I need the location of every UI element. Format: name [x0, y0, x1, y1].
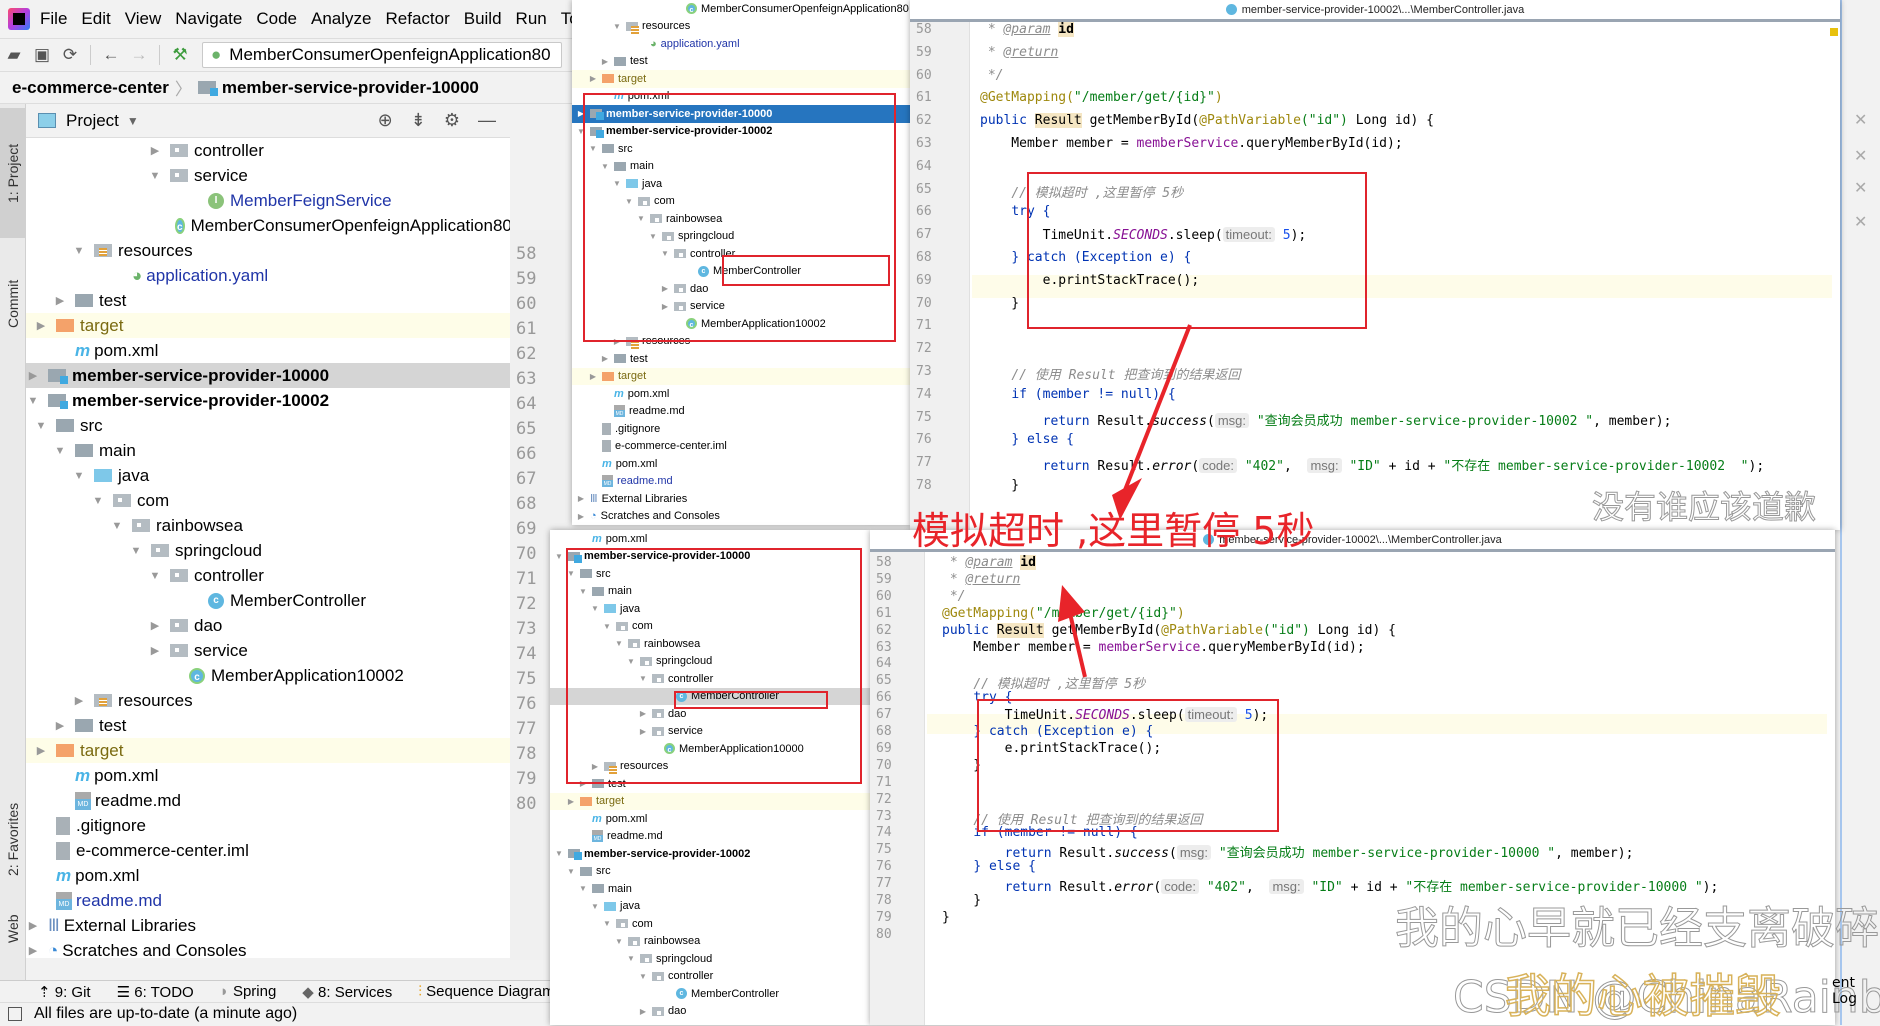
annotation-arrow-down: [1123, 324, 1192, 491]
annotation-text: 模拟超时 ,这里暂停 5秒: [912, 509, 1315, 553]
watermark-text: 我的心被摧毁: [1504, 968, 1782, 1024]
watermark-text: 我的心早就已经支离破碎: [1395, 903, 1880, 955]
annotation-arrowhead: [1058, 585, 1085, 622]
event-log-tab[interactable]: ent Log: [1832, 975, 1880, 1007]
watermark-text: 没有谁应该道歉: [1591, 488, 1817, 527]
